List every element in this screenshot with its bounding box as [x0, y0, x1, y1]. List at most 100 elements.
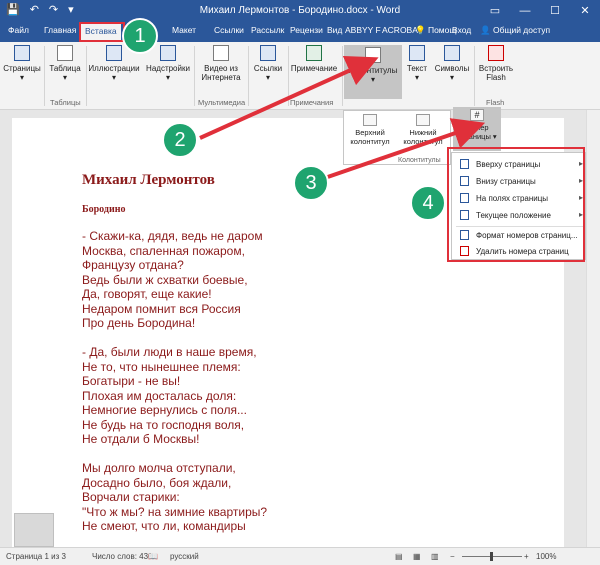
zoom-in-icon[interactable]: +	[524, 552, 529, 561]
poem-line: Досадно было, боя ждали,	[82, 475, 232, 490]
page-count[interactable]: Страница 1 из 3	[6, 552, 66, 561]
share-button[interactable]: 👤 Общий доступ	[480, 25, 550, 36]
web-layout-icon[interactable]: ▥	[431, 552, 439, 561]
document-subtitle: Бородино	[82, 204, 126, 215]
tab-home[interactable]: Главная	[44, 25, 76, 35]
poem-line: Не будь на то господня воля,	[82, 417, 245, 432]
tab-layout[interactable]: Макет	[172, 25, 196, 35]
language-status[interactable]: русский	[170, 552, 199, 561]
header-button[interactable]: Верхний колонтитул	[348, 114, 392, 146]
lightbulb-icon: 💡	[415, 25, 426, 35]
ribbon-separator	[194, 46, 195, 106]
table-button[interactable]: Таблица ▾	[46, 45, 84, 82]
word-count[interactable]: Число слов: 430	[92, 552, 152, 561]
symbols-button[interactable]: Символы ▾	[432, 45, 472, 82]
ribbon-separator	[44, 46, 45, 106]
status-bar: Страница 1 из 3 Число слов: 430 📖 русски…	[0, 547, 600, 565]
header-label: Верхний колонтитул	[350, 128, 390, 146]
comment-icon	[306, 45, 322, 61]
print-layout-icon[interactable]: ▦	[413, 552, 421, 561]
link-icon	[260, 45, 276, 61]
vertical-scrollbar[interactable]	[586, 110, 600, 547]
poem-line: Не то, что нынешнее племя:	[82, 359, 241, 374]
watermark-cursor-icon	[14, 513, 54, 547]
footer-label: Нижний колонтитул	[403, 128, 443, 146]
poem-line: "Что ж мы? на зимние квартиры?	[82, 504, 268, 519]
document-title: Михаил Лермонтов	[82, 172, 215, 188]
online-video-button[interactable]: Видео из Интернета	[196, 45, 246, 82]
poem-line: Не смеют, что ли, командиры	[82, 519, 246, 533]
header-icon	[363, 114, 377, 126]
zoom-thumb[interactable]	[490, 552, 493, 561]
poem-line	[82, 331, 322, 346]
text-button[interactable]: Текст ▾	[402, 45, 432, 82]
tab-acrobat[interactable]: ACROBA	[382, 25, 418, 35]
footer-icon	[416, 114, 430, 126]
callout-2: 2	[162, 122, 198, 158]
tab-references[interactable]: Ссылки	[214, 25, 244, 35]
online-video-label: Видео из Интернета	[201, 64, 241, 82]
headerfooter-dropdown: Верхний колонтитул Нижний колонтитул Кол…	[343, 110, 451, 165]
embed-flash-label: Встроить Flash	[478, 64, 514, 82]
tab-review[interactable]: Рецензи	[290, 25, 323, 35]
pages-label: Страницы	[3, 64, 41, 73]
ribbon-separator	[248, 46, 249, 106]
text-icon	[409, 45, 425, 61]
sign-in-link[interactable]: Вход	[452, 25, 471, 35]
footer-button[interactable]: Нижний колонтитул	[400, 114, 446, 146]
table-label: Таблица	[49, 64, 81, 73]
poem-line: Мы долго молча отступали,	[82, 461, 236, 475]
read-mode-icon[interactable]: ▤	[395, 552, 403, 561]
close-icon[interactable]: ✕	[570, 0, 600, 22]
text-label: Текст	[406, 64, 428, 73]
video-icon	[213, 45, 229, 61]
ribbon-display-icon[interactable]: ▭	[480, 0, 510, 22]
omega-icon	[444, 45, 460, 61]
symbols-label: Символы	[434, 64, 470, 73]
poem-line: Французу отдана?	[82, 258, 184, 272]
tab-mailings[interactable]: Рассылк	[251, 25, 284, 35]
highlight-page-number-menu	[447, 147, 585, 262]
help-search[interactable]: 💡 Помощ	[415, 25, 456, 36]
headerfooter-button[interactable]: Колонтитулы ▾	[344, 45, 402, 99]
maximize-icon[interactable]: ☐	[540, 0, 570, 22]
highlight-insert-tab	[79, 22, 125, 42]
callout-4: 4	[410, 185, 446, 221]
ribbon-separator	[342, 46, 343, 106]
table-icon	[57, 45, 73, 61]
addins-button[interactable]: Надстройки ▾	[144, 45, 192, 82]
poem-line: - Да, были люди в наше время,	[82, 345, 257, 359]
flash-icon	[488, 45, 504, 61]
minimize-icon[interactable]: —	[510, 0, 540, 22]
group-tables: Таблицы	[50, 98, 81, 107]
callout-1: 1	[122, 18, 158, 54]
poem-line: Москва, спаленная пожаром,	[82, 243, 245, 258]
tab-abbyy[interactable]: ABBYY F	[345, 25, 381, 35]
embed-flash-button[interactable]: Встроить Flash	[476, 45, 516, 82]
pages-icon	[14, 45, 30, 61]
header-footer-icon	[365, 47, 381, 63]
poem-line	[82, 447, 322, 462]
zoom-out-icon[interactable]: −	[450, 552, 455, 561]
addins-label: Надстройки	[146, 64, 190, 73]
zoom-level[interactable]: 100%	[536, 552, 556, 561]
page-number-wrap: # Номер страницы ▾	[451, 105, 503, 153]
poem-line: - Скажи-ка, дядя, ведь не даром	[82, 229, 263, 243]
ribbon-separator	[474, 46, 475, 106]
comment-button[interactable]: Примечание	[288, 45, 340, 73]
pages-button[interactable]: Страницы ▾	[2, 45, 42, 82]
hash-icon: #	[470, 109, 484, 121]
page-number-button[interactable]: # Номер страницы ▾	[453, 107, 501, 151]
proofing-icon[interactable]: 📖	[148, 552, 158, 561]
links-button[interactable]: Ссылки ▾	[250, 45, 286, 82]
poem-line: Не отдали б Москвы!	[82, 432, 200, 446]
callout-3: 3	[293, 165, 329, 201]
illustrations-label: Иллюстрации	[88, 64, 140, 73]
poem-line: Про день Бородина!	[82, 316, 196, 330]
tab-file[interactable]: Файл	[8, 25, 29, 35]
poem-line: Немногие вернулись с поля...	[82, 403, 247, 417]
addins-icon	[160, 45, 176, 61]
ribbon: Страницы ▾ Таблица ▾ Таблицы Иллюстрации ▾ …	[0, 42, 600, 110]
tab-view[interactable]: Вид	[327, 25, 342, 35]
illustrations-icon	[106, 45, 122, 61]
